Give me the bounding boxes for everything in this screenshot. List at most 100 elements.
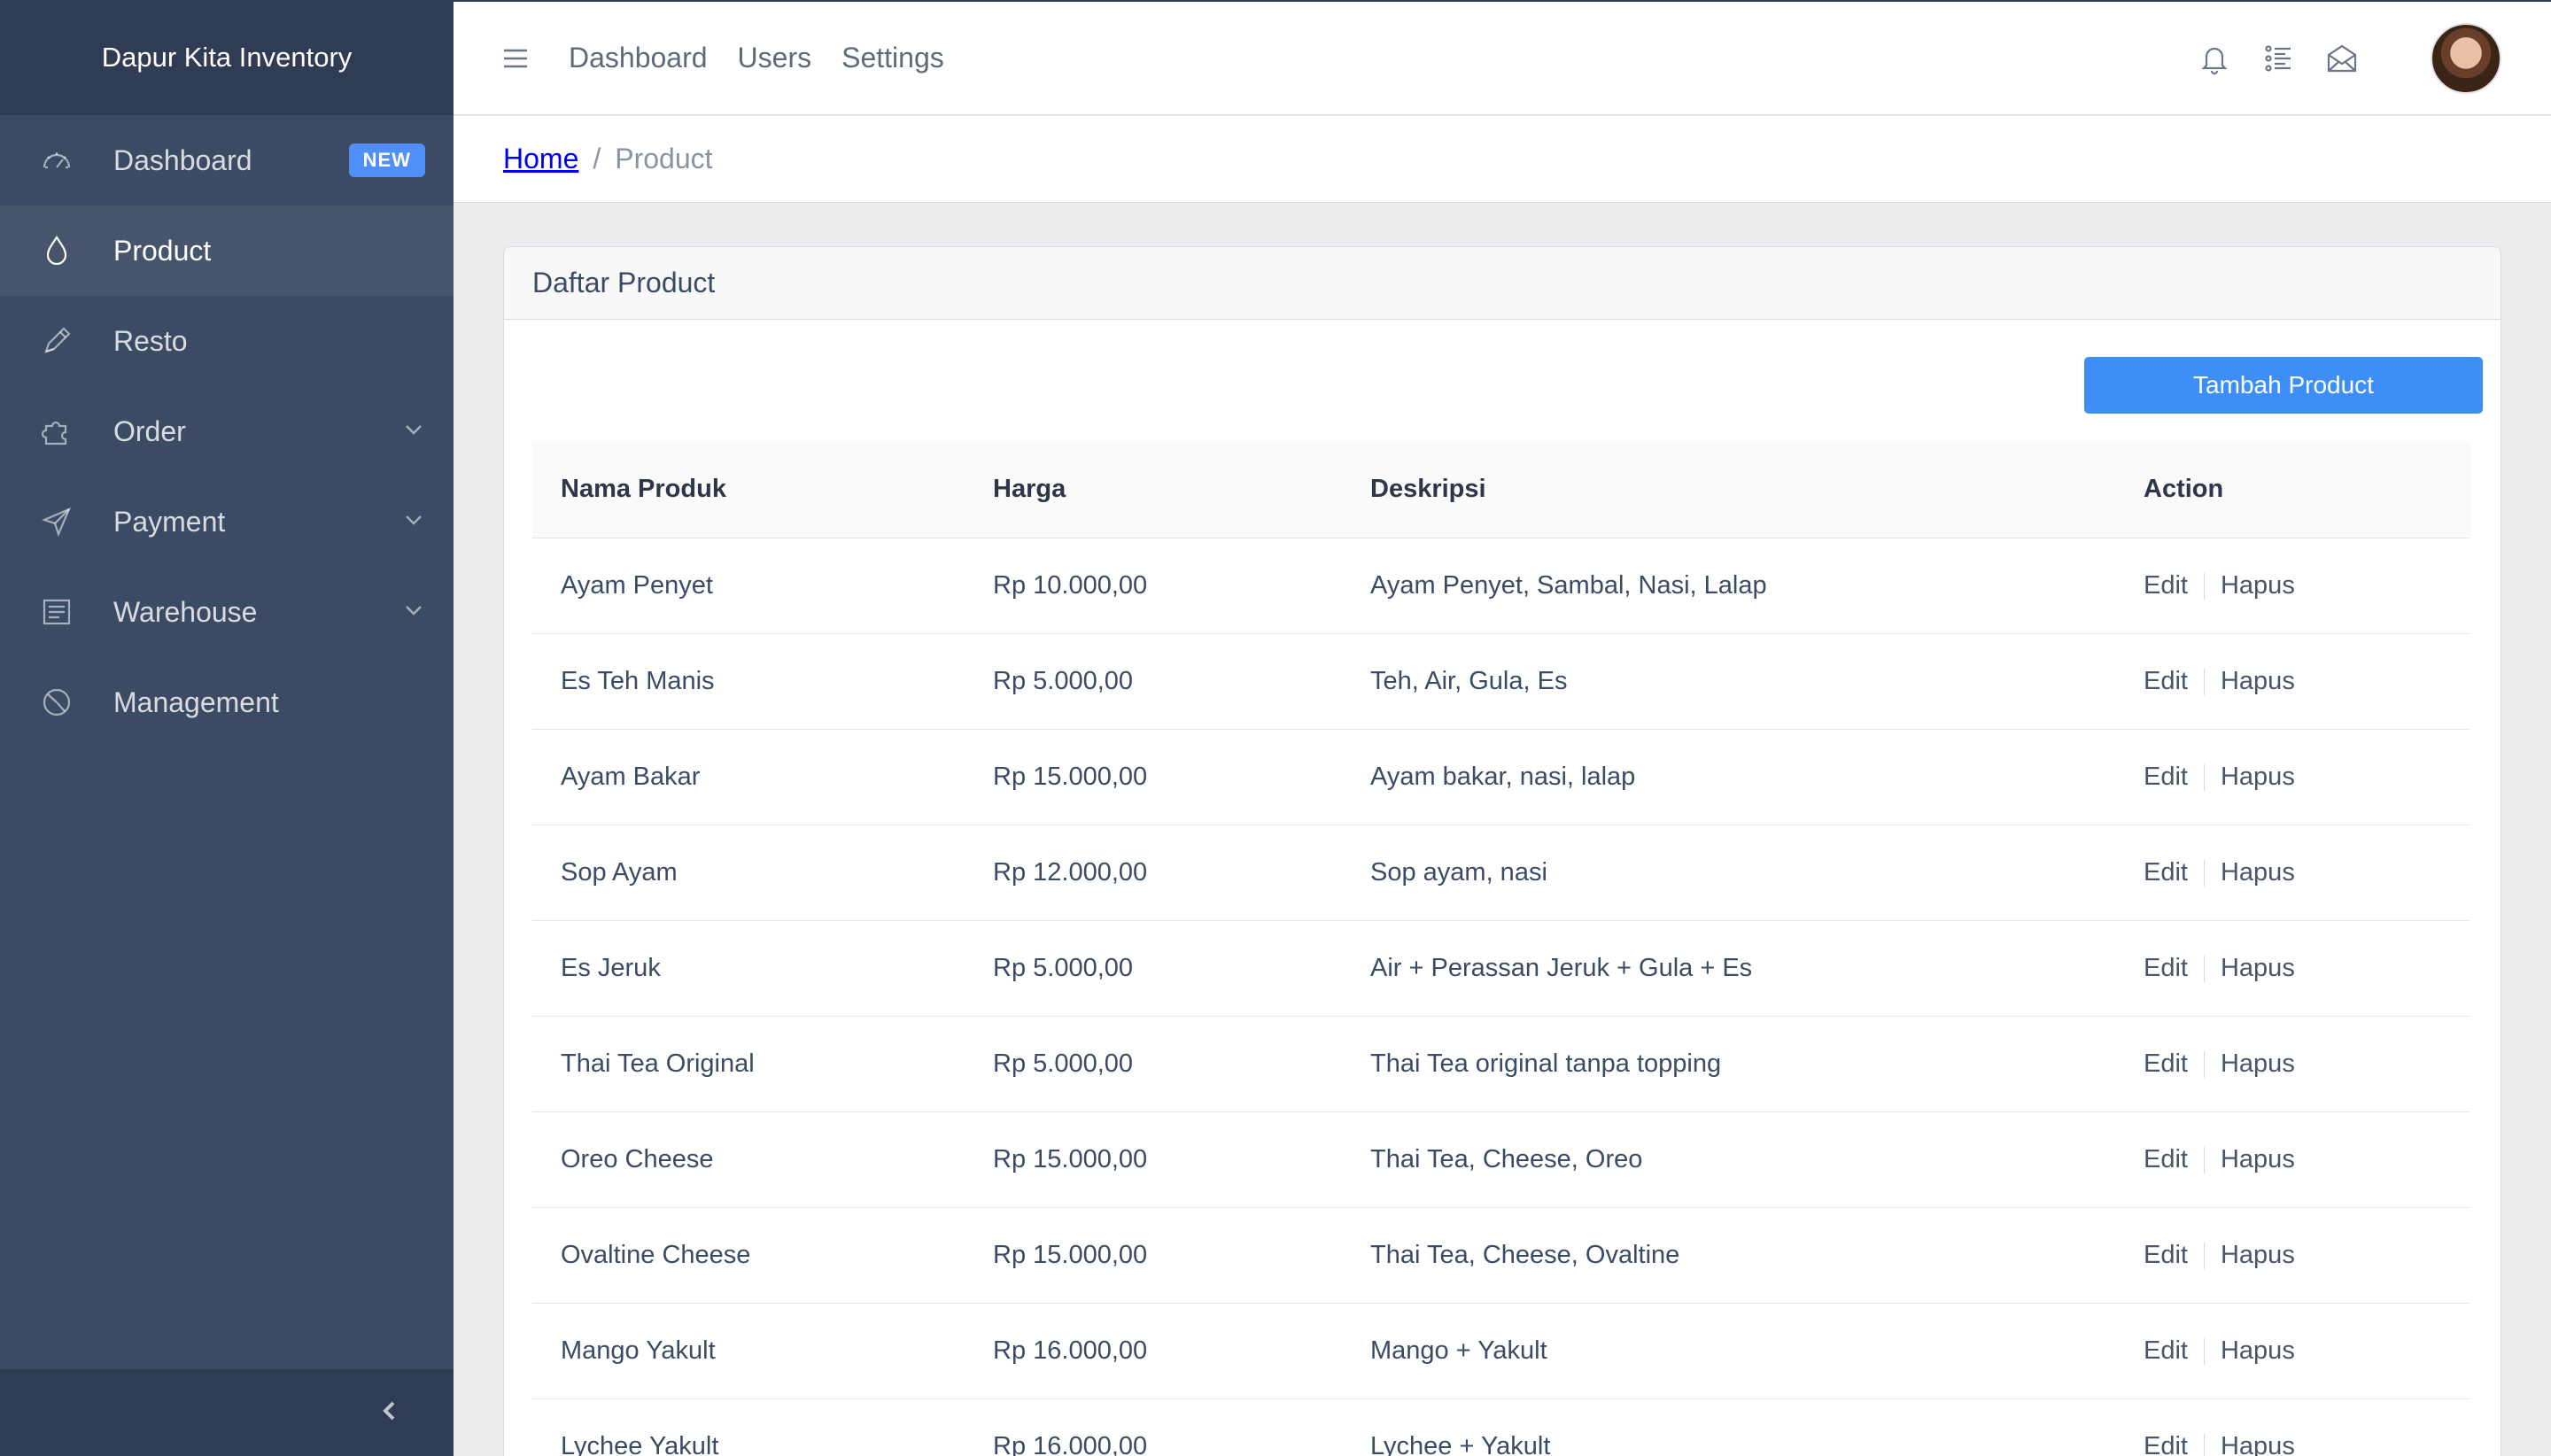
cell-actions: Edit Hapus [2115,1111,2470,1208]
sidebar-brand[interactable]: Dapur Kita Inventory [0,0,454,115]
header-nav-settings[interactable]: Settings [841,42,944,74]
edit-link[interactable]: Edit [2144,858,2188,887]
sidebar-item-payment[interactable]: Payment [0,476,454,567]
chart-pie-icon [35,681,78,724]
table-row: Thai Tea Original Rp 5.000,00 Thai Tea o… [532,1016,2470,1112]
speedometer-icon [35,139,78,182]
cell-actions: Edit Hapus [2115,1303,2470,1399]
edit-link[interactable]: Edit [2144,763,2188,791]
cell-actions: Edit Hapus [2115,1207,2470,1304]
breadcrumb: Home / Product [454,116,2551,203]
sidebar-item-label: Dashboard [113,143,252,176]
header-nav: Dashboard Users Settings [569,42,974,74]
card-title: Daftar Product [504,247,2501,320]
cell-name: Ovaltine Cheese [532,1207,965,1304]
sidebar-item-label: Warehouse [113,595,258,628]
send-icon [35,500,78,543]
sidebar-item-order[interactable]: Order [0,386,454,476]
delete-link[interactable]: Hapus [2221,1336,2295,1365]
table-row: Ovaltine Cheese Rp 15.000,00 Thai Tea, C… [532,1207,2470,1304]
cell-name: Ayam Bakar [532,729,965,825]
cell-description: Thai Tea, Cheese, Oreo [1342,1111,2115,1208]
cell-description: Teh, Air, Gula, Es [1342,633,2115,730]
sidebar: Dapur Kita Inventory Dashboard NEW Produ… [0,0,454,1456]
cell-description: Ayam Penyet, Sambal, Nasi, Lalap [1342,538,2115,634]
delete-link[interactable]: Hapus [2221,763,2295,791]
column-header-action: Action [2115,442,2470,538]
cell-name: Oreo Cheese [532,1111,965,1208]
delete-link[interactable]: Hapus [2221,1145,2295,1173]
sidebar-item-resto[interactable]: Resto [0,296,454,386]
sidebar-item-label: Management [113,685,279,718]
edit-link[interactable]: Edit [2144,571,2188,600]
cell-actions: Edit Hapus [2115,825,2470,921]
cell-name: Lychee Yakult [532,1398,965,1456]
cell-description: Sop ayam, nasi [1342,825,2115,921]
delete-link[interactable]: Hapus [2221,1241,2295,1269]
sidebar-item-warehouse[interactable]: Warehouse [0,567,454,657]
cell-price: Rp 5.000,00 [965,1016,1342,1112]
cell-price: Rp 15.000,00 [965,1111,1342,1208]
chevron-down-icon [402,506,425,538]
sidebar-item-management[interactable]: Management [0,657,454,747]
user-avatar[interactable] [2431,22,2501,94]
bell-icon[interactable] [2195,39,2234,78]
chevron-down-icon [402,596,425,629]
header-nav-dashboard[interactable]: Dashboard [569,42,708,74]
cell-description: Thai Tea original tanpa topping [1342,1016,2115,1112]
delete-link[interactable]: Hapus [2221,1432,2295,1456]
edit-link[interactable]: Edit [2144,1336,2188,1365]
cell-name: Es Jeruk [532,920,965,1017]
table-header-row: Nama Produk Harga Deskripsi Action [532,442,2470,538]
table-row: Es Teh Manis Rp 5.000,00 Teh, Air, Gula,… [532,633,2470,730]
column-header-price: Harga [965,442,1342,538]
edit-link[interactable]: Edit [2144,1432,2188,1456]
delete-link[interactable]: Hapus [2221,667,2295,695]
header-nav-users[interactable]: Users [738,42,812,74]
cell-actions: Edit Hapus [2115,920,2470,1017]
cell-price: Rp 16.000,00 [965,1398,1342,1456]
cell-description: Ayam bakar, nasi, lalap [1342,729,2115,825]
column-header-description: Deskripsi [1342,442,2115,538]
envelope-open-icon[interactable] [2322,39,2361,78]
cell-price: Rp 15.000,00 [965,729,1342,825]
cell-name: Ayam Penyet [532,538,965,634]
column-header-name: Nama Produk [532,442,965,538]
product-table: Nama Produk Harga Deskripsi Action Ayam … [532,442,2470,1456]
table-row: Ayam Bakar Rp 15.000,00 Ayam bakar, nasi… [532,729,2470,825]
table-row: Oreo Cheese Rp 15.000,00 Thai Tea, Chees… [532,1111,2470,1208]
sidebar-item-dashboard[interactable]: Dashboard NEW [0,115,454,205]
chevron-left-icon [377,1398,402,1428]
edit-link[interactable]: Edit [2144,954,2188,982]
hamburger-icon[interactable] [498,41,533,76]
list-icon[interactable] [2259,39,2298,78]
breadcrumb-home-link[interactable]: Home [503,143,578,175]
delete-link[interactable]: Hapus [2221,858,2295,887]
drop-icon [35,229,78,272]
cell-name: Es Teh Manis [532,633,965,730]
sidebar-item-label: Order [113,414,186,447]
cell-price: Rp 10.000,00 [965,538,1342,634]
product-card: Daftar Product Tambah Product Nama Produ… [503,246,2501,1456]
cell-description: Lychee + Yakult [1342,1398,2115,1456]
cell-description: Air + Perassan Jeruk + Gula + Es [1342,920,2115,1017]
cell-price: Rp 16.000,00 [965,1303,1342,1399]
add-product-button[interactable]: Tambah Product [2084,357,2483,414]
sidebar-item-label: Product [113,234,212,267]
edit-link[interactable]: Edit [2144,667,2188,695]
delete-link[interactable]: Hapus [2221,571,2295,600]
sidebar-item-product[interactable]: Product [0,205,454,296]
edit-link[interactable]: Edit [2144,1241,2188,1269]
sidebar-minimizer[interactable] [0,1369,454,1456]
breadcrumb-separator: / [593,143,601,174]
edit-link[interactable]: Edit [2144,1049,2188,1078]
cell-actions: Edit Hapus [2115,1398,2470,1456]
pencil-icon [35,320,78,362]
edit-link[interactable]: Edit [2144,1145,2188,1173]
delete-link[interactable]: Hapus [2221,954,2295,982]
table-row: Es Jeruk Rp 5.000,00 Air + Perassan Jeru… [532,920,2470,1017]
delete-link[interactable]: Hapus [2221,1049,2295,1078]
cell-price: Rp 5.000,00 [965,633,1342,730]
cell-actions: Edit Hapus [2115,729,2470,825]
cell-actions: Edit Hapus [2115,1016,2470,1112]
